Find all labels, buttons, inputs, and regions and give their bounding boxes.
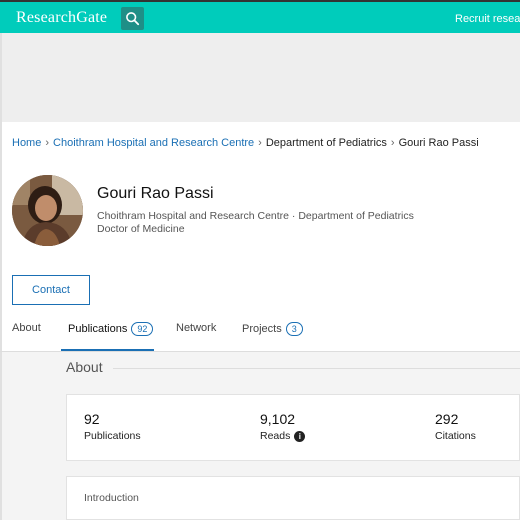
breadcrumb: Home › Choithram Hospital and Research C… [12,137,479,149]
profile-name: Gouri Rao Passi [97,185,214,202]
stat-reads[interactable]: 9,102 Reads i [260,411,306,442]
avatar[interactable] [12,175,83,246]
tab-about[interactable]: About [12,322,41,334]
stat-value: 9,102 [260,411,296,427]
stat-label: Publications [84,430,141,442]
breadcrumb-current: Gouri Rao Passi [398,137,479,149]
divider [113,368,520,369]
count-badge: 92 [131,322,154,336]
recruit-researchers-link[interactable]: Recruit researc [455,13,520,25]
stat-label-text: Reads [260,430,291,442]
breadcrumb-home[interactable]: Home [12,137,41,149]
stat-value: 92 [84,411,100,427]
stat-value: 292 [435,411,459,427]
stat-citations[interactable]: 292 Citations [435,411,476,442]
chevron-right-icon: › [390,137,395,149]
introduction-card: Introduction [66,476,520,520]
tab-network[interactable]: Network [176,322,216,334]
chevron-right-icon: › [45,137,50,149]
researchgate-logo[interactable]: ResearchGate [16,9,107,27]
tab-label: Publications [68,323,128,335]
tab-label: About [12,322,41,334]
info-icon[interactable]: i [294,430,306,442]
section-heading: About [66,359,103,375]
breadcrumb-institution[interactable]: Choithram Hospital and Research Centre [53,137,254,149]
search-icon [126,12,140,26]
stat-label-text: Citations [435,430,476,442]
stat-label-text: Publications [84,430,141,442]
avatar-photo [12,175,83,246]
count-badge: 3 [285,322,303,336]
contact-button[interactable]: Contact [12,275,90,305]
tab-publications[interactable]: Publications 92 [68,322,154,336]
tab-label: Projects [242,323,282,335]
search-button[interactable] [121,7,144,30]
stat-publications[interactable]: 92 Publications [84,411,141,442]
chevron-right-icon: › [258,137,262,149]
stat-label: Citations [435,430,476,442]
profile-affiliation[interactable]: Choithram Hospital and Research Centre ·… [97,210,414,222]
tab-label: Network [176,322,217,334]
active-tab-indicator [61,349,154,351]
profile-banner [0,33,520,122]
breadcrumb-department[interactable]: Department of Pediatrics [266,137,387,149]
profile-tabs: About Publications 92 Network Projects 3 [0,316,520,352]
tab-projects[interactable]: Projects 3 [242,322,303,336]
profile-degree: Doctor of Medicine [97,223,185,235]
stat-label: Reads i [260,430,306,442]
top-navbar: ResearchGate Recruit researc [0,0,520,33]
introduction-label: Introduction [84,492,139,504]
stats-card: 92 Publications 9,102 Reads i 292 Citati… [66,394,520,461]
